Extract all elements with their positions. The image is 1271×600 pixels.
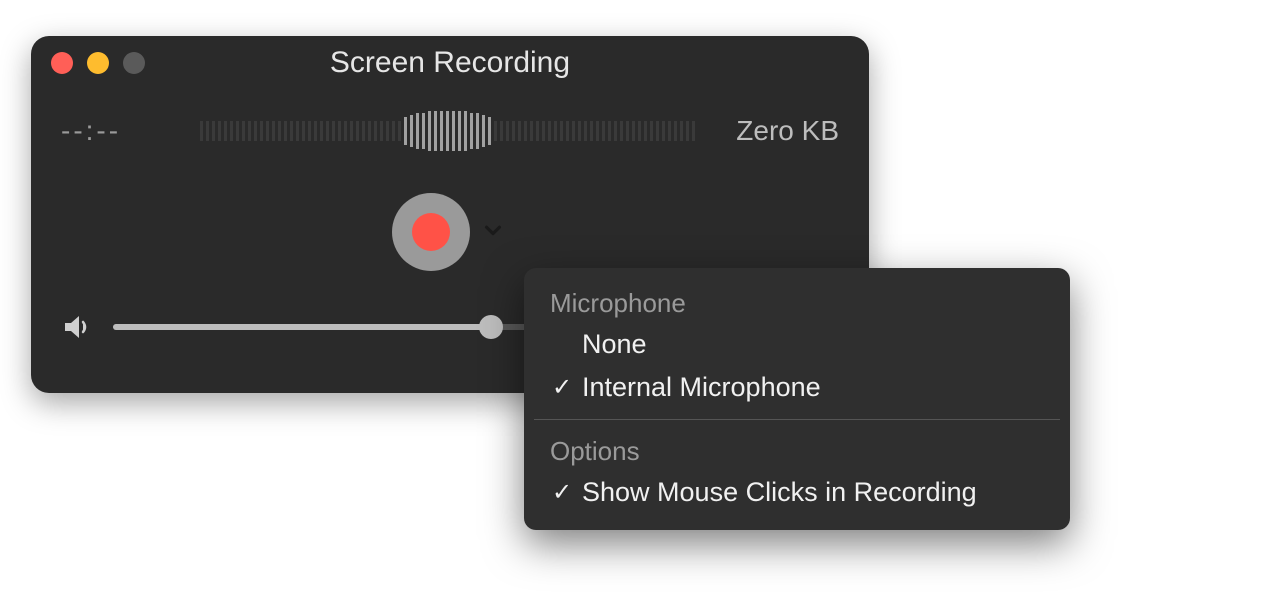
slider-fill xyxy=(113,324,491,330)
menu-item-microphone-internal[interactable]: ✓ Internal Microphone xyxy=(524,366,1070,409)
menu-divider xyxy=(534,419,1060,420)
menu-item-label: Internal Microphone xyxy=(582,372,821,403)
chevron-down-icon xyxy=(482,218,504,246)
status-row: --:-- xyxy=(31,90,869,172)
zoom-window-button xyxy=(123,52,145,74)
close-window-button[interactable] xyxy=(51,52,73,74)
titlebar: Screen Recording xyxy=(31,36,869,90)
checkmark-icon: ✓ xyxy=(550,478,574,507)
options-menu: Microphone None ✓ Internal Microphone Op… xyxy=(524,268,1070,530)
menu-header-microphone: Microphone xyxy=(524,282,1070,323)
menu-header-options: Options xyxy=(524,430,1070,471)
record-icon xyxy=(412,213,450,251)
traffic-lights xyxy=(51,52,145,74)
options-dropdown-button[interactable] xyxy=(478,217,508,247)
recording-timecode: --:-- xyxy=(61,115,175,147)
menu-item-microphone-none[interactable]: None xyxy=(524,323,1070,366)
minimize-window-button[interactable] xyxy=(87,52,109,74)
slider-thumb[interactable] xyxy=(479,315,503,339)
menu-item-label: Show Mouse Clicks in Recording xyxy=(582,477,977,508)
record-button[interactable] xyxy=(392,193,470,271)
window-title: Screen Recording xyxy=(31,46,869,80)
checkmark-icon: ✓ xyxy=(550,373,574,402)
speaker-icon xyxy=(61,311,93,343)
audio-level-meter xyxy=(200,111,700,151)
recording-filesize: Zero KB xyxy=(725,115,839,147)
menu-item-label: None xyxy=(582,329,647,360)
menu-item-show-mouse-clicks[interactable]: ✓ Show Mouse Clicks in Recording xyxy=(524,471,1070,514)
